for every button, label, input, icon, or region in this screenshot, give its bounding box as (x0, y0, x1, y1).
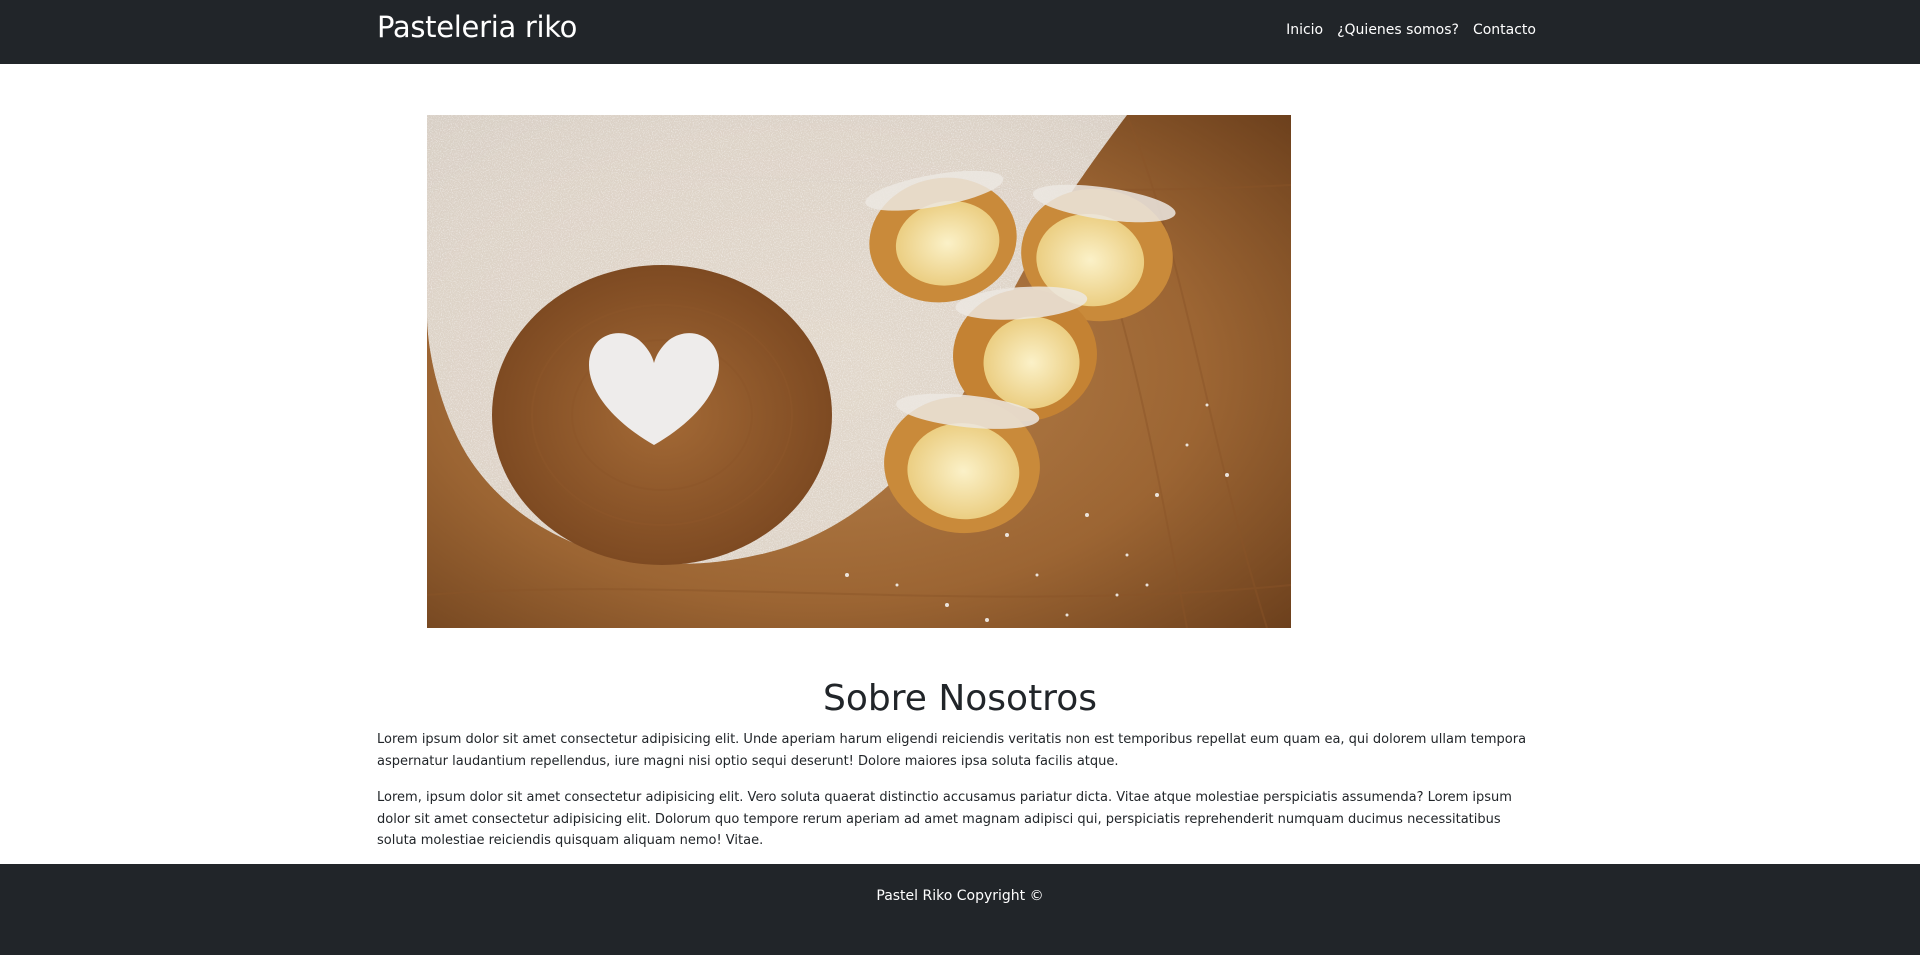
brand-link[interactable]: Pasteleria riko (377, 10, 577, 44)
nav-link-quienes-somos[interactable]: ¿Quienes somos? (1337, 22, 1459, 38)
footer: Pastel Riko Copyright © (0, 864, 1920, 955)
nav-link-inicio[interactable]: Inicio (1286, 22, 1323, 38)
nav-link-contacto[interactable]: Contacto (1473, 22, 1536, 38)
about-paragraph-1: Lorem ipsum dolor sit amet consectetur a… (377, 732, 1527, 769)
about-paragraph-2: Lorem, ipsum dolor sit amet consectetur … (377, 790, 1512, 848)
nav-links: Inicio ¿Quienes somos? Contacto (1286, 22, 1536, 38)
pastry-photo-icon (427, 115, 1291, 628)
about-title: Sobre Nosotros (823, 678, 1097, 719)
footer-copyright: Pastel Riko Copyright © (876, 888, 1044, 904)
navbar: Pasteleria riko Inicio ¿Quienes somos? C… (0, 0, 1920, 64)
hero-image (427, 115, 1291, 628)
